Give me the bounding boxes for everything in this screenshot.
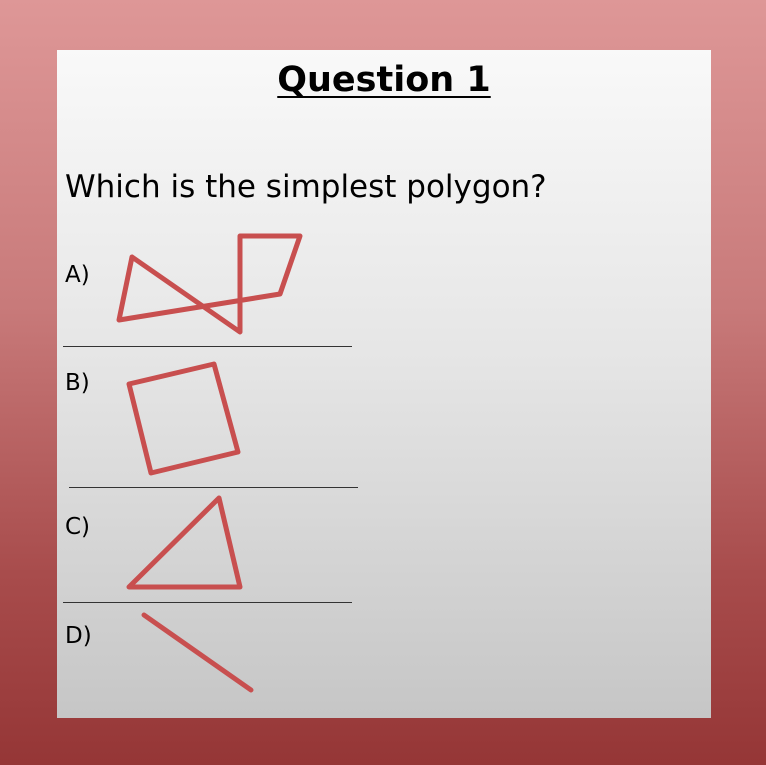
- option-d-shape: [141, 612, 254, 693]
- option-b-shape: [126, 361, 241, 476]
- option-c-shape: [126, 495, 243, 590]
- option-a-shape: [116, 233, 303, 335]
- option-shapes: [116, 233, 303, 693]
- slide: Question 1 Which is the simplest polygon…: [57, 50, 711, 718]
